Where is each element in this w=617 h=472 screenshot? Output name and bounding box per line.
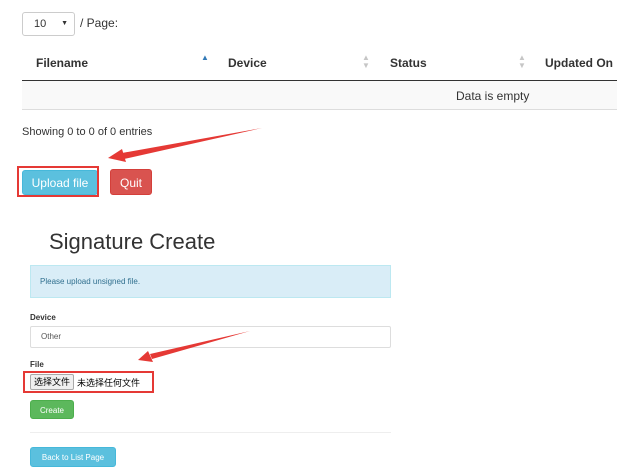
- annotation-arrow-upload: [108, 128, 262, 162]
- annotation-arrows: [108, 128, 262, 362]
- annotation-arrow-file: [138, 331, 250, 362]
